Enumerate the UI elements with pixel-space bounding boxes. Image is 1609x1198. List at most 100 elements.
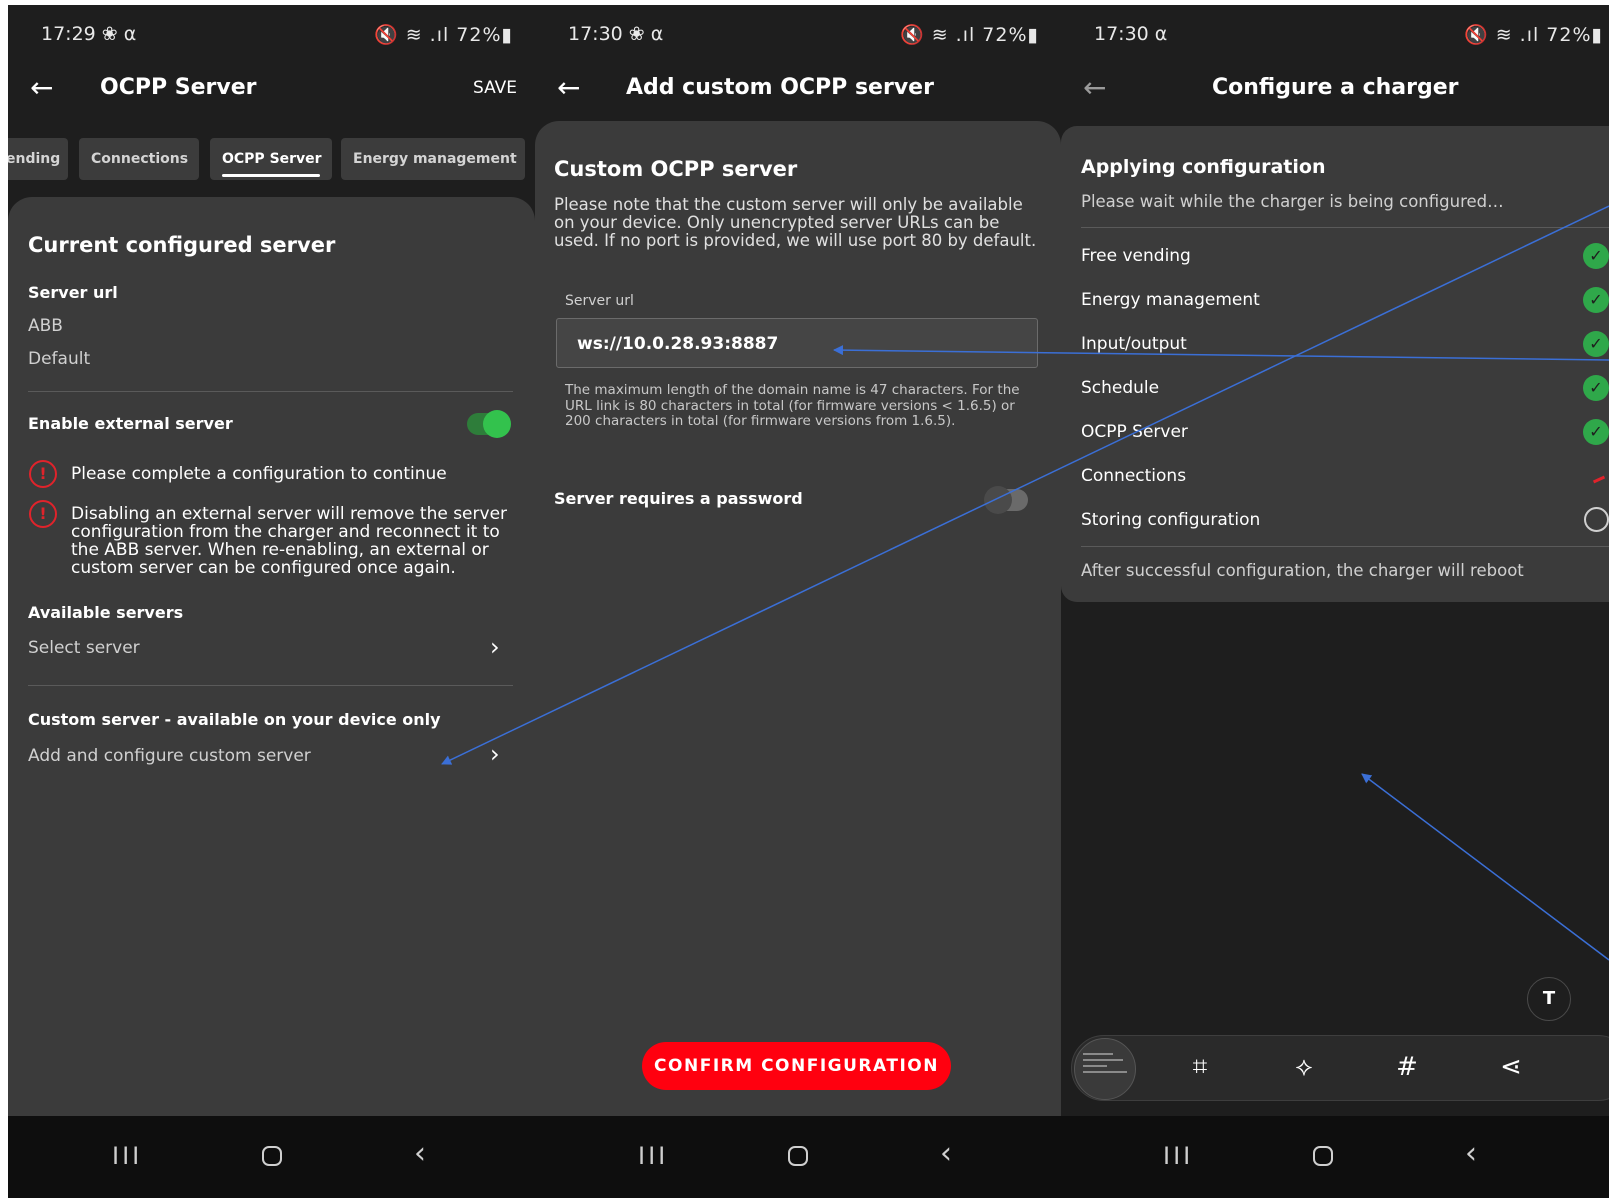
ocpp-server-screen: 17:29 ❀ ⍺ 🔇 ≋ .ıl 72%▮ ← OCPP Server SAV… xyxy=(8,5,535,1198)
back-nav-icon[interactable]: ‹ xyxy=(1465,1136,1477,1171)
applying-heading: Applying configuration xyxy=(1081,156,1326,178)
tab-bar: ending Connections OCPP Server Energy ma… xyxy=(8,138,535,184)
status-icons: 🔇 ≋ .ıl 72%▮ xyxy=(1464,24,1603,46)
status-time: 17:30 ❀ ⍺ xyxy=(568,23,664,45)
confirm-configuration-button[interactable]: CONFIRM CONFIGURATION xyxy=(642,1042,951,1090)
tab-free-vending[interactable]: ending xyxy=(8,138,68,180)
system-nav-bar: III ‹ xyxy=(1061,1116,1609,1198)
tab-ocpp-server[interactable]: OCPP Server xyxy=(210,138,332,180)
add-custom-server-screen: 17:30 ❀ ⍺ 🔇 ≋ .ıl 72%▮ ← Add custom OCPP… xyxy=(535,5,1061,1198)
pending-circle-icon xyxy=(1584,507,1609,532)
custom-server-sheet: Custom OCPP server Please note that the … xyxy=(535,121,1061,1116)
step-energy-management: Energy management xyxy=(1081,290,1260,310)
custom-server-label: Custom server - available on your device… xyxy=(28,710,441,729)
tab-connections[interactable]: Connections xyxy=(79,138,199,180)
password-required-label: Server requires a password xyxy=(554,489,803,508)
settings-sheet: Current configured server Server url ABB… xyxy=(8,197,535,1116)
check-icon: ✓ xyxy=(1583,331,1609,357)
warning-icon: ! xyxy=(29,460,57,488)
thumb-line xyxy=(1083,1071,1127,1073)
thumb-line xyxy=(1083,1059,1123,1061)
divider xyxy=(28,685,513,686)
system-nav-bar: III ‹ xyxy=(8,1116,535,1198)
server-url-subtext: Default xyxy=(28,349,91,369)
toggle-knob xyxy=(984,486,1012,514)
tab-label: Energy management xyxy=(353,151,517,167)
recents-icon[interactable]: III xyxy=(112,1142,139,1170)
current-server-heading: Current configured server xyxy=(28,233,336,257)
scan-icon[interactable]: ⌗ xyxy=(1180,1052,1220,1083)
custom-server-heading: Custom OCPP server xyxy=(554,157,798,181)
check-icon: ✓ xyxy=(1583,287,1609,313)
recents-icon[interactable]: III xyxy=(638,1142,665,1170)
step-connections: Connections xyxy=(1081,466,1187,486)
back-arrow-icon[interactable]: ← xyxy=(30,71,53,104)
password-required-toggle[interactable] xyxy=(984,486,1028,514)
applying-wait-text: Please wait while the charger is being c… xyxy=(1081,192,1504,211)
save-button[interactable]: SAVE xyxy=(473,78,517,98)
back-arrow-icon[interactable]: ← xyxy=(557,71,580,104)
back-nav-icon[interactable]: ‹ xyxy=(414,1136,426,1171)
home-icon[interactable] xyxy=(1313,1146,1333,1166)
home-icon[interactable] xyxy=(262,1146,282,1166)
step-free-vending: Free vending xyxy=(1081,246,1191,266)
divider xyxy=(1081,227,1609,228)
home-icon[interactable] xyxy=(788,1146,808,1166)
status-bar: 17:29 ❀ ⍺ 🔇 ≋ .ıl 72%▮ xyxy=(8,5,535,63)
step-input-output: Input/output xyxy=(1081,334,1187,354)
configure-charger-screen: 17:30 ⍺ 🔇 ≋ .ıl 72%▮ ← Configure a charg… xyxy=(1061,5,1609,1198)
app-bar: ← Add custom OCPP server xyxy=(535,63,1061,119)
page-title: OCPP Server xyxy=(100,75,257,100)
status-time: 17:29 ❀ ⍺ xyxy=(41,23,137,45)
share-icon[interactable]: ⋖ xyxy=(1491,1052,1531,1082)
server-url-label: Server url xyxy=(565,293,634,309)
status-icons: 🔇 ≋ .ıl 72%▮ xyxy=(374,24,513,46)
server-url-input[interactable]: ws://10.0.28.93:8887 xyxy=(556,318,1038,368)
system-nav-bar: III ‹ xyxy=(535,1116,1061,1198)
thumb-line xyxy=(1083,1065,1107,1067)
page-title: Configure a charger xyxy=(1212,75,1459,100)
select-server-text: Select server xyxy=(28,638,140,658)
tab-energy-management[interactable]: Energy management xyxy=(341,138,525,180)
chevron-right-icon: › xyxy=(490,633,500,661)
status-icons: 🔇 ≋ .ıl 72%▮ xyxy=(900,24,1039,46)
warning-icon: ! xyxy=(29,500,57,528)
enable-external-toggle[interactable] xyxy=(467,410,511,438)
screenshot-toolbar: ⌗ ⟡ # ⋖ xyxy=(1071,1035,1609,1101)
status-bar: 17:30 ⍺ 🔇 ≋ .ıl 72%▮ xyxy=(1061,5,1609,63)
thumb-line xyxy=(1083,1053,1113,1055)
custom-server-note: Please note that the custom server will … xyxy=(554,195,1037,250)
tab-label: ending xyxy=(8,151,61,167)
enable-external-label: Enable external server xyxy=(28,414,233,433)
toggle-knob xyxy=(483,410,511,438)
add-custom-server-text: Add and configure custom server xyxy=(28,746,311,766)
warning-complete-config: Please complete a configuration to conti… xyxy=(71,464,447,484)
tab-label: Connections xyxy=(91,151,189,167)
hashtag-icon[interactable]: # xyxy=(1387,1052,1427,1082)
app-bar: ← OCPP Server SAVE xyxy=(8,63,535,119)
divider xyxy=(28,391,513,392)
warning-disabling-external: Disabling an external server will remove… xyxy=(71,504,508,578)
app-bar: ← Configure a charger xyxy=(1061,63,1609,119)
screenshot-thumbnail[interactable] xyxy=(1074,1038,1136,1100)
step-storing-configuration: Storing configuration xyxy=(1081,510,1261,530)
page-title: Add custom OCPP server xyxy=(626,75,934,100)
recents-icon[interactable]: III xyxy=(1163,1142,1190,1170)
step-schedule: Schedule xyxy=(1081,378,1160,398)
crop-edit-icon[interactable]: ⟡ xyxy=(1284,1052,1324,1083)
available-servers-label: Available servers xyxy=(28,603,184,622)
chevron-right-icon: › xyxy=(490,740,500,768)
check-icon: ✓ xyxy=(1583,375,1609,401)
server-url-input-value: ws://10.0.28.93:8887 xyxy=(577,334,779,354)
server-url-hint: The maximum length of the domain name is… xyxy=(565,382,1020,429)
server-url-value: ABB xyxy=(28,316,63,336)
back-nav-icon[interactable]: ‹ xyxy=(940,1136,952,1171)
check-icon: ✓ xyxy=(1583,243,1609,269)
back-arrow-icon[interactable]: ← xyxy=(1083,71,1106,104)
divider xyxy=(1081,546,1609,547)
reboot-note: After successful configuration, the char… xyxy=(1081,561,1524,580)
tab-label: OCPP Server xyxy=(222,151,322,167)
active-tab-indicator xyxy=(222,174,320,177)
status-time: 17:30 ⍺ xyxy=(1094,23,1168,45)
text-extract-icon[interactable]: T xyxy=(1527,977,1571,1021)
